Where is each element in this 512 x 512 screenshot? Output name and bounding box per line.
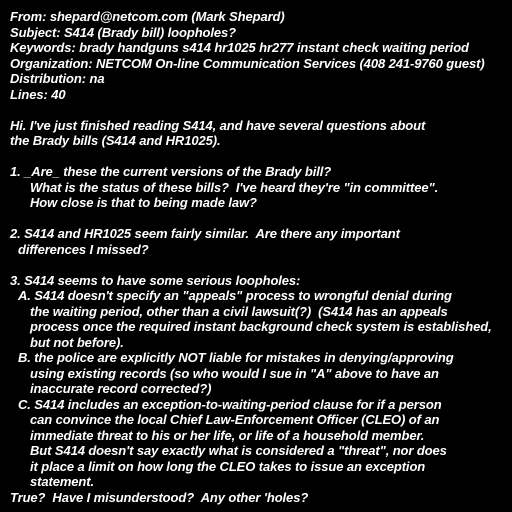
newsgroup-post: From: shepard@netcom.com (Mark Shepard) … (10, 9, 492, 505)
loophole-c: C. S414 includes an exception-to-waiting… (18, 396, 442, 412)
header-distribution: Distribution: na (10, 71, 105, 86)
header-organization: Organization: NETCOM On-line Communicati… (10, 55, 485, 71)
loophole-a-line: process once the required instant backgr… (30, 319, 492, 334)
question-1-line: How close is that to being made law? (30, 195, 257, 210)
question-1: 1. _Are_ these the current versions of t… (10, 164, 332, 179)
loophole-a: A. S414 doesn't specify an "appeals" pro… (18, 288, 452, 303)
loophole-b-line: using existing records (so who would I s… (30, 365, 439, 381)
header-keywords: Keywords: brady handguns s414 hr1025 hr2… (10, 40, 469, 55)
header-subject: Subject: S414 (Brady bill) loopholes? (10, 24, 237, 40)
loophole-a-line: the waiting period, other than a civil l… (30, 303, 448, 319)
intro-line: Hi. I've just finished reading S414, and… (10, 117, 426, 133)
header-lines: Lines: 40 (10, 86, 66, 102)
question-2-line: differences I missed? (18, 241, 149, 257)
loophole-b: B. the police are explicitly NOT liable … (18, 350, 454, 365)
loophole-c-line: can convince the local Chief Law-Enforce… (30, 412, 440, 427)
loophole-c-line: it place a limit on how long the CLEO ta… (30, 458, 426, 474)
closing-line: True? Have I misunderstood? Any other 'h… (10, 489, 309, 505)
question-2: 2. S414 and HR1025 seem fairly similar. … (10, 226, 400, 241)
intro-line: the Brady bills (S414 and HR1025). (10, 133, 221, 148)
question-1-line: What is the status of these bills? I've … (30, 179, 439, 195)
loophole-c-line: But S414 doesn't say exactly what is con… (30, 443, 447, 458)
loophole-a-line: but not before). (30, 334, 124, 350)
loophole-b-line: inaccurate record corrected?) (30, 381, 212, 396)
question-3: 3. S414 seems to have some serious looph… (10, 272, 301, 288)
loophole-c-line: immediate threat to his or her life, or … (30, 427, 425, 443)
loophole-c-line: statement. (30, 474, 95, 489)
header-from: From: shepard@netcom.com (Mark Shepard) (10, 9, 285, 24)
